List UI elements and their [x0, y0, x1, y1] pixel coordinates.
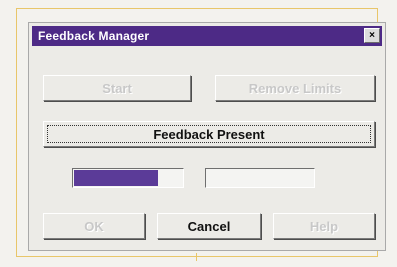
close-button[interactable]: ×: [364, 28, 380, 43]
remove-limits-button-label: Remove Limits: [248, 80, 342, 96]
status-field: [205, 168, 315, 188]
start-button[interactable]: Start: [43, 75, 191, 101]
help-button-label: Help: [309, 218, 339, 234]
feedback-present-button[interactable]: Feedback Present: [43, 121, 375, 147]
help-button[interactable]: Help: [273, 213, 375, 239]
cancel-button-label: Cancel: [187, 218, 231, 234]
progress-bar: [72, 168, 184, 188]
ok-button[interactable]: OK: [43, 213, 145, 239]
remove-limits-button[interactable]: Remove Limits: [215, 75, 375, 101]
feedback-manager-dialog: Feedback Manager × Start Remove Limits F…: [28, 22, 386, 251]
cancel-button[interactable]: Cancel: [157, 213, 261, 239]
progress-fill: [74, 170, 158, 186]
close-icon: ×: [369, 29, 375, 41]
dialog-title: Feedback Manager: [38, 29, 150, 43]
highlight-marker: [196, 253, 197, 261]
ok-button-label: OK: [84, 218, 104, 234]
feedback-present-button-label: Feedback Present: [153, 126, 265, 142]
start-button-label: Start: [102, 80, 132, 96]
dialog-titlebar[interactable]: Feedback Manager ×: [32, 26, 382, 46]
screenshot-page: Feedback Manager × Start Remove Limits F…: [0, 0, 397, 267]
